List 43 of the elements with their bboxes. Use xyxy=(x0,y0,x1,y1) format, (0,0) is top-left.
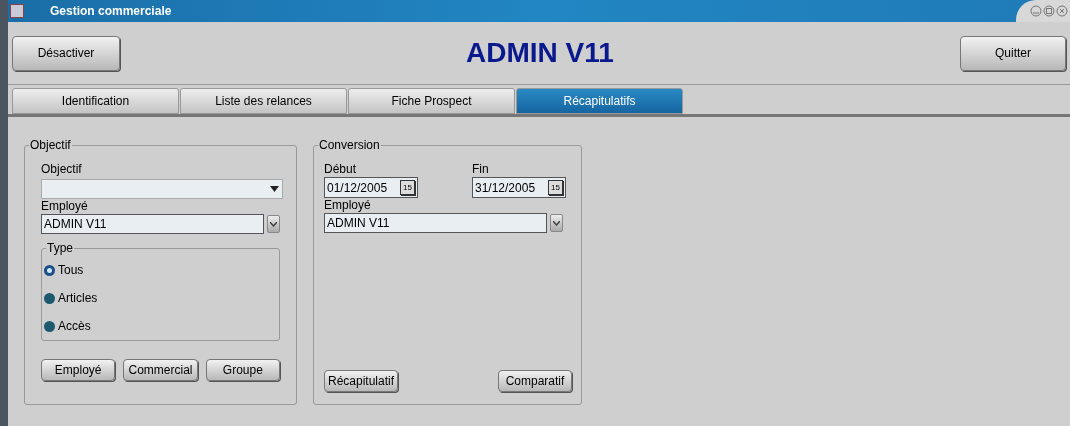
field-label: Objectif xyxy=(41,162,83,177)
dropdown-button[interactable] xyxy=(267,215,280,233)
tab[interactable]: Fiche Prospect xyxy=(348,88,515,114)
radio-label: Accès xyxy=(58,318,91,335)
calendar-button[interactable]: 15 xyxy=(548,180,563,195)
deactivate-button[interactable]: Désactiver xyxy=(12,35,120,71)
combo-field[interactable]: ADMIN V11 xyxy=(324,213,547,233)
combo-field[interactable]: ADMIN V11 xyxy=(41,214,265,234)
radio-button[interactable] xyxy=(44,292,55,304)
group-legend: Objectif xyxy=(29,138,72,152)
field-label: Fin xyxy=(472,162,490,177)
radio-label: Tous xyxy=(58,262,84,279)
summary-button[interactable]: Récapitulatif xyxy=(324,370,398,392)
chevron-down-icon xyxy=(553,220,560,226)
field-label: Employé xyxy=(41,199,89,214)
close-icon[interactable] xyxy=(1056,5,1068,17)
radio-label: Articles xyxy=(58,290,98,307)
quit-button[interactable]: Quitter xyxy=(960,35,1066,71)
group-legend: Conversion xyxy=(318,138,381,152)
action-button[interactable]: Groupe xyxy=(205,359,280,381)
date-field[interactable]: 31/12/2005 15 xyxy=(472,177,566,198)
chevron-down-icon xyxy=(270,221,278,227)
radio-button[interactable] xyxy=(44,264,55,276)
radio-button[interactable] xyxy=(44,320,55,332)
header-title: ADMIN V11 xyxy=(465,36,615,70)
group-legend: Type xyxy=(46,241,74,255)
app-icon xyxy=(10,4,24,18)
dropdown-button[interactable] xyxy=(550,214,563,232)
window-title: Gestion commerciale xyxy=(50,3,172,20)
tab[interactable]: Récapitulatifs xyxy=(516,88,683,114)
calendar-button[interactable]: 15 xyxy=(400,180,415,195)
caret-down-icon xyxy=(270,186,279,192)
date-field[interactable]: 01/12/2005 15 xyxy=(324,177,418,198)
field-label: Employé xyxy=(324,198,372,213)
maximize-icon[interactable] xyxy=(1043,5,1055,17)
tab[interactable]: Identification xyxy=(12,88,179,114)
compare-button[interactable]: Comparatif xyxy=(498,370,572,392)
date-value: 31/12/2005 xyxy=(475,179,536,197)
field-label: Début xyxy=(324,162,358,177)
date-value: 01/12/2005 xyxy=(327,179,388,197)
action-button[interactable]: Commercial xyxy=(123,359,198,381)
action-button[interactable]: Employé xyxy=(41,359,116,381)
tab[interactable]: Liste des relances xyxy=(180,88,347,114)
